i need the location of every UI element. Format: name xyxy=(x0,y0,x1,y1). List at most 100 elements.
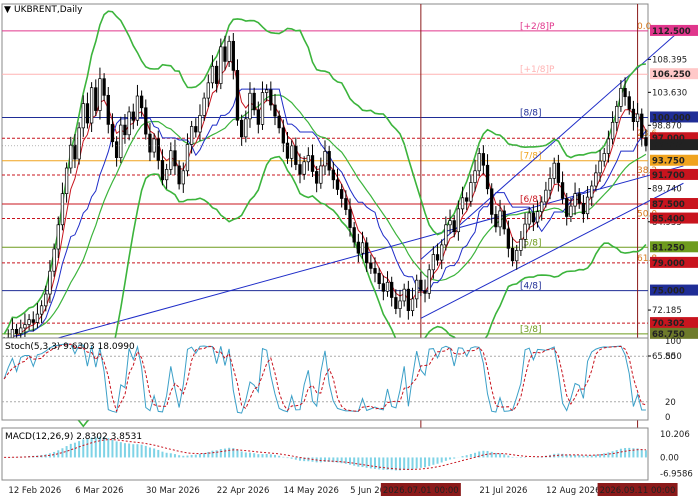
highlighted-date-label: 2026.09.11 00:00 xyxy=(600,486,676,496)
candle-body xyxy=(139,95,144,109)
candle-body xyxy=(485,164,490,190)
murrey-level-label: [+2/8]P xyxy=(520,22,555,32)
candle-body xyxy=(577,193,581,204)
candle-body xyxy=(52,248,56,272)
candle-body xyxy=(152,138,156,153)
macd-tick-label: 0.00 xyxy=(660,453,679,463)
price-level-label: 112.500 xyxy=(652,27,691,37)
candle-body xyxy=(227,40,231,62)
candle-body xyxy=(48,270,52,295)
candle-body xyxy=(581,202,586,215)
candle-body xyxy=(273,104,277,117)
candle-body xyxy=(185,144,190,172)
stochastic-pane[interactable]: Stoch(5,3,3) 9.6303 18.0990 xyxy=(1,337,649,421)
price-level-label: 95.994 xyxy=(652,141,685,151)
candle-body xyxy=(106,94,110,125)
candle-body xyxy=(377,272,381,284)
stoch-tick-label: 100 xyxy=(665,337,681,347)
candle-body xyxy=(615,106,619,123)
macd-pane[interactable]: MACD(12,26,9) 2.8302 3.8531 xyxy=(1,427,649,481)
candle-body xyxy=(460,197,465,210)
candle-body xyxy=(519,238,523,251)
candle-body xyxy=(548,178,552,191)
candle-body xyxy=(244,118,248,138)
candle-body xyxy=(44,293,48,307)
candle-body xyxy=(556,162,561,183)
candle-body xyxy=(473,170,477,183)
candle-body xyxy=(27,319,31,325)
candle-body xyxy=(394,297,398,309)
candle-body xyxy=(365,242,369,264)
x-tick-label: 30 Mar 2026 xyxy=(146,486,200,496)
candle-body xyxy=(335,179,340,190)
macd-tick-label: -6.9586 xyxy=(660,469,693,479)
candle-body xyxy=(298,164,302,175)
candle-body xyxy=(427,269,431,294)
candle-body xyxy=(198,115,202,133)
candle-body xyxy=(573,193,577,207)
candle-body xyxy=(498,210,502,228)
x-tick-label: 12 Aug 2026 xyxy=(546,486,600,496)
candle-body xyxy=(523,223,527,240)
candle-body xyxy=(235,70,240,121)
murrey-level-label: [7/8] xyxy=(520,152,542,162)
y-tick-label: 103.630 xyxy=(652,88,687,98)
triangle-down-icon[interactable]: ▼ xyxy=(4,5,11,15)
macd-tick-label: 10.206 xyxy=(660,430,690,440)
candle-body xyxy=(35,313,40,323)
candle-body xyxy=(110,124,115,143)
candle-body xyxy=(385,281,390,292)
candle-body xyxy=(631,108,636,122)
stoch-tick-label: 20 xyxy=(665,398,676,408)
price-level-label: 87.500 xyxy=(652,200,685,210)
candle-body xyxy=(281,127,285,144)
candle-body xyxy=(623,88,627,98)
candle-body xyxy=(552,162,556,179)
candle-body xyxy=(490,188,494,215)
candle-body xyxy=(627,96,631,110)
candle-body xyxy=(465,197,469,202)
stoch-label: Stoch(5,3,3) 9.6303 18.0990 xyxy=(5,342,135,352)
candle-body xyxy=(502,210,506,230)
candle-body xyxy=(560,182,565,199)
candle-body xyxy=(39,305,44,315)
murrey-level-label: [3/8] xyxy=(520,325,542,335)
candle-body xyxy=(214,65,219,84)
candle-body xyxy=(206,82,210,99)
price-chart[interactable]: [+2/8]P[+1/8]P[8/8][7/8][6/8][5/8][4/8][… xyxy=(0,0,700,500)
candle-body xyxy=(452,220,456,233)
candle-body xyxy=(277,115,281,129)
candle-body xyxy=(114,141,119,158)
candle-body xyxy=(265,89,269,93)
candle-body xyxy=(606,138,611,154)
price-level-label: 81.250 xyxy=(652,243,685,253)
candle-body xyxy=(160,160,165,181)
candle-body xyxy=(119,124,123,158)
candle-body xyxy=(194,126,198,133)
candle-body xyxy=(294,145,298,165)
candle-body xyxy=(181,170,185,185)
candle-body xyxy=(419,279,423,291)
candle-body xyxy=(14,328,19,334)
price-level-label: 93.750 xyxy=(652,157,685,167)
candle-body xyxy=(348,209,352,228)
candle-body xyxy=(344,198,348,210)
macd-label: MACD(12,26,9) 2.8302 3.8531 xyxy=(5,432,142,442)
candle-body xyxy=(444,224,448,246)
candle-body xyxy=(510,247,515,262)
candle-body xyxy=(77,127,81,160)
candle-body xyxy=(356,241,360,254)
candle-body xyxy=(123,124,127,136)
candle-body xyxy=(402,288,406,302)
highlighted-date-label: 2026.07.01 00:00 xyxy=(383,486,459,496)
candle-body xyxy=(127,111,131,136)
candle-body xyxy=(98,78,102,111)
candle-body xyxy=(239,119,244,138)
candle-body xyxy=(223,46,227,62)
y-tick-label: 98.870 xyxy=(652,121,682,131)
candle-body xyxy=(131,111,135,121)
candle-body xyxy=(323,151,327,167)
candle-body xyxy=(102,78,106,96)
price-level-label: 91.700 xyxy=(652,171,685,181)
candle-body xyxy=(481,153,486,166)
